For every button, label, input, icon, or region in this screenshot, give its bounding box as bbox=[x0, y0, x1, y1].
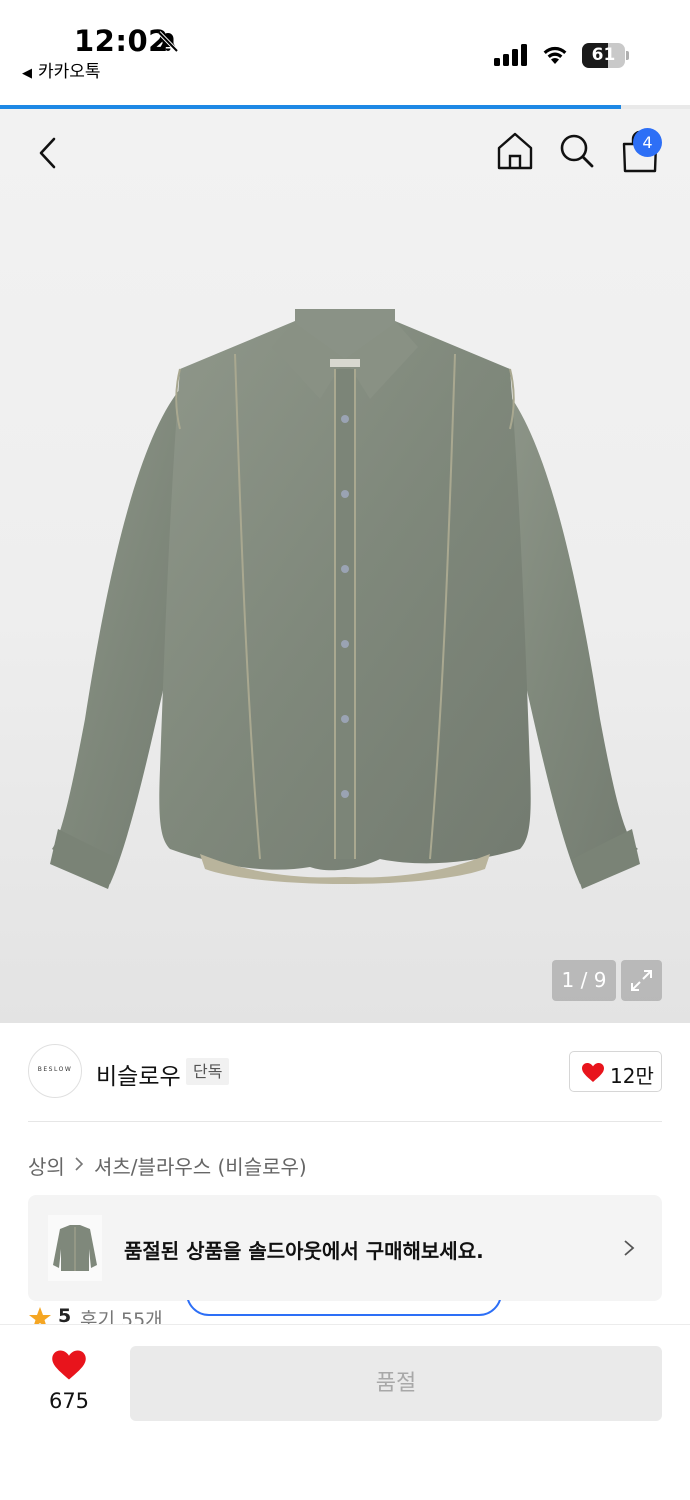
heart-icon bbox=[52, 1350, 86, 1380]
battery-level: 61 bbox=[591, 45, 616, 65]
chevron-right-icon bbox=[624, 1240, 635, 1256]
breadcrumb-category[interactable]: 상의 bbox=[28, 1151, 65, 1180]
image-pager: 1 / 9 bbox=[552, 960, 616, 1001]
expand-button[interactable] bbox=[621, 960, 662, 1001]
product-image bbox=[50, 309, 640, 889]
brand-like-count: 12만 bbox=[610, 1064, 654, 1088]
cart-count-badge: 4 bbox=[633, 128, 662, 157]
soldout-banner[interactable]: 품절된 상품을 솔드아웃에서 구매해보세요. bbox=[28, 1195, 662, 1301]
expand-icon bbox=[631, 970, 652, 991]
bell-slash-icon bbox=[157, 31, 179, 53]
status-bar: 12:02 ◀ 카카오톡 61 bbox=[0, 0, 690, 100]
product-image-carousel[interactable]: 4 1 / 9 bbox=[0, 109, 690, 1023]
breadcrumb-subcategory[interactable]: 셔츠/블라우스 (비슬로우) bbox=[94, 1151, 307, 1180]
chevron-left-icon[interactable] bbox=[34, 135, 64, 171]
banner-product-thumbnail bbox=[48, 1215, 102, 1281]
back-triangle-icon: ◀ bbox=[22, 66, 32, 81]
exclusive-tag: 단독 bbox=[186, 1058, 230, 1085]
review-score: 5 bbox=[58, 1305, 72, 1324]
status-time: 12:02 bbox=[74, 24, 169, 58]
review-count: 후기 55개 bbox=[80, 1309, 163, 1324]
brand-logo[interactable]: BESLOW bbox=[28, 1044, 82, 1098]
coupon-button[interactable] bbox=[186, 1300, 502, 1316]
heart-icon bbox=[582, 1063, 604, 1082]
brand-logo-text: BESLOW bbox=[37, 1066, 73, 1073]
product-like-button[interactable]: 675 bbox=[36, 1349, 102, 1419]
chevron-right-icon bbox=[75, 1157, 84, 1171]
divider bbox=[28, 1121, 662, 1122]
star-icon bbox=[29, 1307, 51, 1324]
search-icon[interactable] bbox=[558, 131, 596, 171]
product-like-count: 675 bbox=[48, 1389, 90, 1413]
review-summary[interactable]: 5 후기 55개 bbox=[28, 1300, 668, 1324]
brand-like-button[interactable]: 12만 bbox=[569, 1051, 662, 1092]
back-to-app[interactable]: ◀ 카카오톡 bbox=[22, 57, 101, 82]
wifi-icon bbox=[543, 46, 567, 64]
back-app-label: 카카오톡 bbox=[38, 62, 101, 82]
banner-message: 품절된 상품을 솔드아웃에서 구매해보세요. bbox=[124, 1239, 484, 1263]
home-icon[interactable] bbox=[496, 131, 534, 171]
battery-icon: 61 bbox=[582, 43, 629, 68]
signal-icon bbox=[494, 44, 527, 66]
brand-name[interactable]: 비슬로우 bbox=[96, 1057, 181, 1091]
buy-button[interactable]: 품절 bbox=[130, 1346, 662, 1421]
